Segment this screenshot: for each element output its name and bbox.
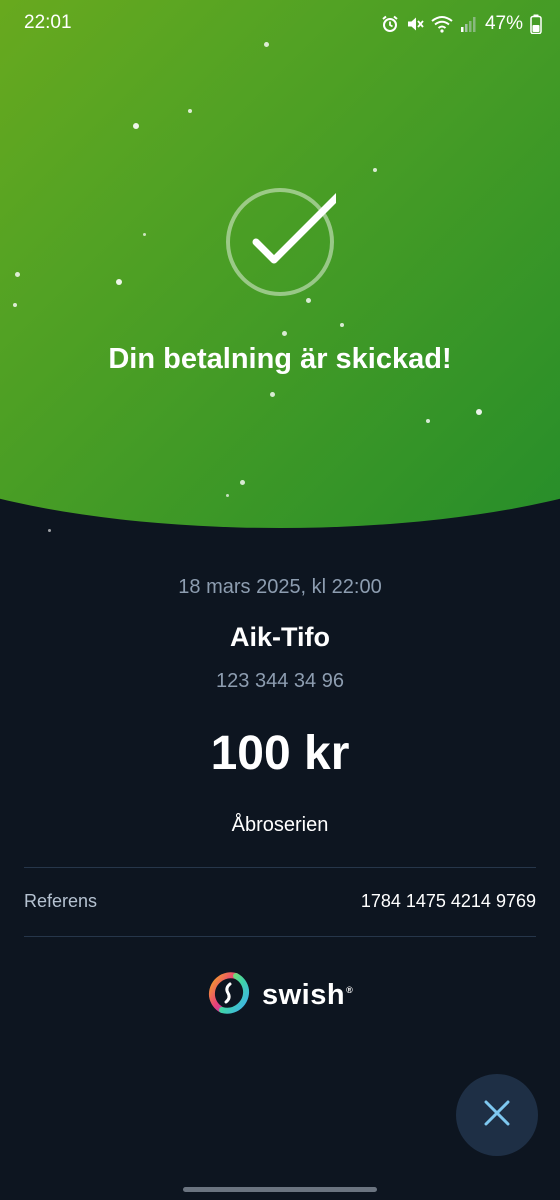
reference-value: 1784 1475 4214 9769 bbox=[360, 891, 536, 911]
sparkle bbox=[116, 279, 122, 285]
sparkle bbox=[270, 392, 275, 397]
payment-date: 18 mars 2025, kl 22:00 bbox=[178, 576, 382, 598]
recipient-number: 123 344 34 96 bbox=[216, 670, 344, 692]
status-icons: 47% bbox=[381, 11, 542, 37]
reference-label: Referens bbox=[24, 891, 98, 911]
sparkle bbox=[48, 529, 51, 532]
sparkle bbox=[426, 419, 430, 423]
sparkle bbox=[226, 494, 229, 497]
sparkle bbox=[240, 480, 245, 485]
mute-icon bbox=[406, 15, 424, 33]
swish-logo: swish® bbox=[206, 970, 354, 1021]
payment-message: Åbroserien bbox=[231, 814, 329, 836]
wifi-icon bbox=[431, 15, 453, 33]
alarm-icon bbox=[381, 15, 399, 33]
sparkle bbox=[188, 109, 192, 113]
payment-confirmation-screen: 22:01 47% Din betalning är skickad! 18 m… bbox=[0, 0, 560, 1200]
payment-amount: 100 kr bbox=[210, 727, 350, 780]
divider-top bbox=[24, 867, 536, 868]
sparkle bbox=[133, 123, 139, 129]
close-button[interactable] bbox=[456, 1074, 538, 1156]
signal-icon bbox=[460, 15, 476, 33]
sparkle bbox=[306, 298, 311, 303]
battery-percentage: 47% bbox=[484, 13, 523, 34]
divider-bottom bbox=[24, 936, 536, 937]
status-time: 22:01 bbox=[24, 12, 72, 33]
success-title: Din betalning är skickad! bbox=[108, 343, 452, 375]
sparkle bbox=[340, 323, 344, 327]
recipient-name: Aik-Tifo bbox=[230, 622, 330, 652]
swish-logo-icon bbox=[206, 970, 252, 1021]
swish-wordmark: swish® bbox=[262, 978, 354, 1011]
sparkle bbox=[282, 331, 287, 336]
sparkle bbox=[15, 272, 20, 277]
battery-icon bbox=[530, 14, 542, 34]
status-bar: 22:01 47% bbox=[0, 0, 560, 48]
sparkle bbox=[143, 233, 146, 236]
home-indicator[interactable] bbox=[183, 1187, 377, 1192]
sparkle bbox=[13, 303, 17, 307]
sparkle bbox=[373, 168, 377, 172]
sparkle bbox=[476, 409, 482, 415]
checkmark-circle-icon bbox=[224, 186, 348, 298]
close-icon bbox=[482, 1098, 512, 1133]
